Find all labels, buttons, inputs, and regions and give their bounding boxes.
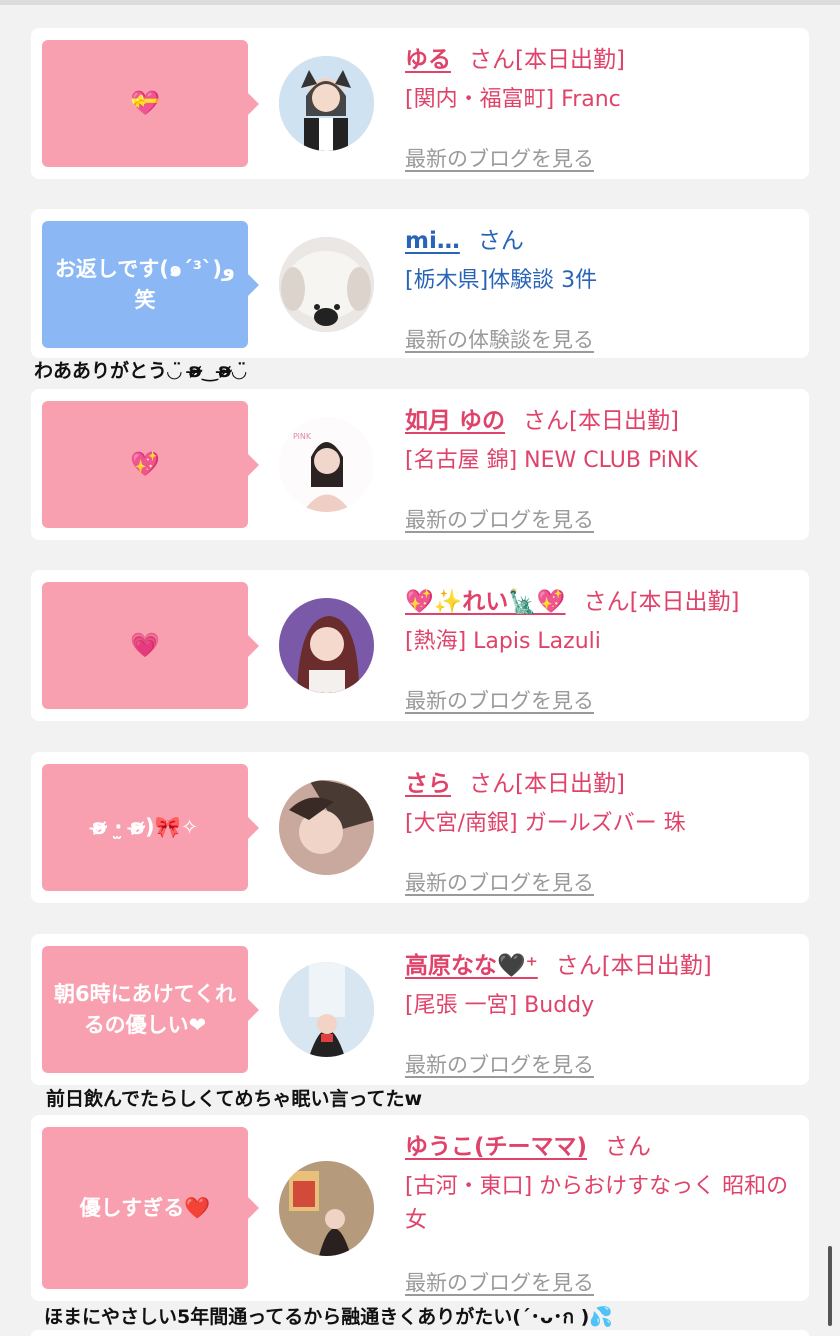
message-card[interactable]: 優しすぎる❤️ ゆうこ(チーママ) さん [古河・東口] からおけすなっく 昭和の…	[31, 1115, 809, 1301]
shop-link[interactable]: [栃木県]体験談 3件	[405, 264, 805, 298]
user-name-link[interactable]: 高原なな🖤⁺	[405, 953, 538, 979]
bubble-text: 💖	[130, 450, 160, 478]
user-status: さん	[477, 228, 524, 254]
shop-link[interactable]: [尾張 一宮] Buddy	[405, 989, 805, 1023]
avatar[interactable]	[279, 56, 374, 151]
user-name-link[interactable]: 如月 ゆの	[405, 408, 505, 434]
view-blog-link[interactable]: 最新のブログを見る	[405, 685, 594, 715]
svg-text:PiNK: PiNK	[293, 432, 312, 441]
message-bubble: ʚ̴̶̷̷ ·̫ ʚ̴̶̷̷)🎀✧	[42, 764, 259, 891]
user-name-link[interactable]: さら	[405, 771, 451, 797]
shop-link[interactable]: [名古屋 錦] NEW CLUB PiNK	[405, 444, 805, 478]
shop-link[interactable]: [関内・福富町] Franc	[405, 83, 805, 117]
view-blog-link[interactable]: 最新のブログを見る	[405, 867, 594, 897]
top-bar	[0, 0, 840, 5]
view-blog-link[interactable]: 最新のブログを見る	[405, 1049, 594, 1079]
user-status: さん	[605, 1134, 652, 1160]
bubble-text: お返しです(๑´³`)و 笑	[54, 256, 236, 312]
user-name-link[interactable]: ゆる	[405, 47, 451, 73]
message-bubble: 💖	[42, 401, 259, 528]
user-name-link[interactable]: 💖✨れい🗽💖	[405, 589, 566, 615]
message-bubble: お返しです(๑´³`)و 笑	[42, 221, 259, 348]
user-note: 前日飲んでたらしくてめちゃ眠い言ってたw	[46, 1088, 423, 1110]
bubble-text: ʚ̴̶̷̷ ·̫ ʚ̴̶̷̷)🎀✧	[91, 815, 199, 839]
message-bubble: 💝	[42, 40, 259, 167]
message-card[interactable]: 💝 ゆる さん[本日出勤] [関内・福富町] Franc 最新のブログを見る	[31, 28, 809, 179]
avatar[interactable]	[279, 237, 374, 332]
shop-link[interactable]: [古河・東口] からおけすなっく 昭和の女	[405, 1170, 805, 1238]
avatar[interactable]	[279, 598, 374, 693]
view-blog-link[interactable]: 最新のブログを見る	[405, 143, 594, 173]
bubble-text: 優しすぎる❤️	[79, 1195, 211, 1220]
user-status: さん[本日出勤]	[523, 408, 679, 434]
avatar[interactable]: PiNK	[279, 417, 374, 512]
message-card[interactable]: 💖 PiNK 如月 ゆの さん[本日出勤] [名古屋 錦] NEW CLUB Pi…	[31, 389, 809, 540]
shop-link[interactable]: [熱海] Lapis Lazuli	[405, 625, 805, 659]
avatar[interactable]	[279, 1161, 374, 1256]
user-status: さん[本日出勤]	[555, 953, 712, 979]
message-card[interactable]: 💗 💖✨れい🗽💖 さん[本日出勤] [熱海] Lapis Lazuli 最新のブロ…	[31, 570, 809, 721]
shop-link[interactable]: [大宮/南銀] ガールズバー 珠	[405, 807, 805, 841]
user-name-link[interactable]: ゆうこ(チーママ)	[405, 1134, 587, 1160]
user-status: さん[本日出勤]	[469, 47, 625, 73]
message-bubble: 朝6時にあけてくれるの優しい❤	[42, 946, 259, 1073]
scrollbar[interactable]	[828, 1246, 832, 1326]
user-note: ほまにやさしい5年間通ってるから融通きくありがたい(´･ᴗ･ก )💦	[44, 1306, 613, 1328]
user-name-link[interactable]: mi…	[405, 228, 460, 254]
message-bubble: 優しすぎる❤️	[42, 1127, 259, 1289]
user-status: さん[本日出勤]	[469, 771, 625, 797]
view-blog-link[interactable]: 最新のブログを見る	[405, 504, 594, 534]
user-status: さん[本日出勤]	[583, 589, 740, 615]
message-card[interactable]: お返しです(๑´³`)و 笑 mi… さん [栃木県]体験談 3件 最新の体験談を…	[31, 209, 809, 358]
view-blog-link[interactable]: 最新のブログを見る	[405, 1267, 594, 1297]
bubble-text: 朝6時にあけてくれるの優しい❤	[54, 981, 236, 1037]
message-card[interactable]: 朝6時にあけてくれるの優しい❤ 高原なな🖤⁺ さん[本日出勤] [尾張 一宮] B…	[31, 934, 809, 1085]
message-card[interactable]: ʚ̴̶̷̷ ·̫ ʚ̴̶̷̷)🎀✧ さら さん[本日出勤] [大宮/南銀] ガール…	[31, 752, 809, 903]
view-review-link[interactable]: 最新の体験談を見る	[405, 324, 594, 354]
avatar[interactable]	[279, 780, 374, 875]
bubble-text: 💝	[130, 89, 160, 117]
message-bubble: 💗	[42, 582, 259, 709]
avatar[interactable]	[279, 962, 374, 1057]
user-note: わあありがとう◡̈ ʚ̴̶̷̷‿ʚ̴̶̷̷◡̈	[34, 360, 247, 382]
bubble-text: 💗	[130, 631, 160, 659]
next-card-edge	[31, 1330, 809, 1336]
